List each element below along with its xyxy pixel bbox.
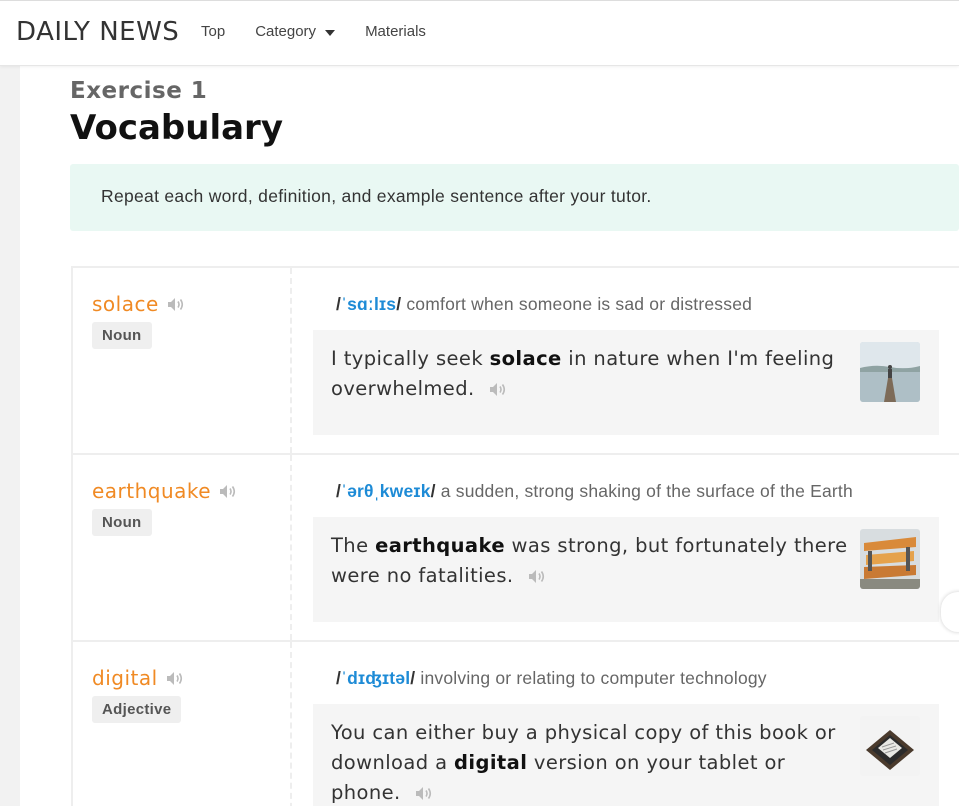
nav-category-label: Category	[255, 23, 317, 40]
left-gutter	[0, 66, 20, 806]
vocab-row: solace Noun /ˈsɑːlɪs/ comfort when someo…	[71, 268, 959, 455]
definition-line: /ˈsɑːlɪs/ comfort when someone is sad or…	[336, 294, 752, 315]
speaker-icon[interactable]	[166, 671, 183, 686]
definition-text: a sudden, strong shaking of the surface …	[440, 481, 853, 501]
ipa-slash: /	[410, 668, 416, 688]
word-heading: digital	[92, 666, 183, 690]
top-navbar: DAILY NEWS Top Category Materials	[0, 0, 959, 66]
tablet-book-icon[interactable]	[860, 716, 920, 776]
definition-text: comfort when someone is sad or distresse…	[406, 294, 753, 314]
word-cell: earthquake Noun	[73, 455, 292, 640]
example-keyword: solace	[489, 347, 562, 370]
vocab-row: earthquake Noun /ˈərθˌkweɪk/ a sudden, s…	[71, 455, 959, 642]
part-of-speech-badge: Noun	[92, 509, 152, 536]
page-title: Vocabulary	[70, 108, 283, 148]
speaker-icon[interactable]	[528, 569, 545, 584]
example-box: You can either buy a physical copy of th…	[313, 704, 939, 806]
example-sentence: The earthquake was strong, but fortunate…	[331, 531, 856, 591]
speaker-icon[interactable]	[219, 484, 236, 499]
speaker-icon[interactable]	[415, 786, 432, 801]
word-cell: solace Noun	[73, 268, 292, 453]
ipa-text: ˈərθˌkweɪk	[341, 481, 431, 501]
brand-logo[interactable]: DAILY NEWS	[16, 17, 179, 47]
vocab-row: digital Adjective /ˈdɪʤɪtəl/ involving o…	[71, 642, 959, 806]
nav-top[interactable]: Top	[201, 23, 225, 40]
caret-down-icon	[325, 29, 336, 36]
definition-cell: /ˈsɑːlɪs/ comfort when someone is sad or…	[294, 268, 959, 453]
example-keyword: digital	[454, 751, 528, 774]
part-of-speech-badge: Adjective	[92, 696, 182, 723]
lake-dock-icon[interactable]	[860, 342, 920, 402]
example-sentence: You can either buy a physical copy of th…	[331, 718, 856, 806]
speaker-icon[interactable]	[489, 382, 506, 397]
main-nav: Top Category Materials	[201, 23, 456, 40]
nav-top-label: Top	[201, 23, 226, 40]
damaged-building-icon[interactable]	[860, 529, 920, 589]
word-heading: solace	[92, 292, 184, 316]
ipa-text: ˈsɑːlɪs	[341, 294, 397, 314]
definition-cell: /ˈdɪʤɪtəl/ involving or relating to comp…	[294, 642, 959, 806]
ipa-slash: /	[396, 294, 402, 314]
instruction-text: Repeat each word, definition, and exampl…	[101, 186, 652, 206]
definition-line: /ˈərθˌkweɪk/ a sudden, strong shaking of…	[336, 481, 853, 502]
definition-cell: /ˈərθˌkweɪk/ a sudden, strong shaking of…	[294, 455, 959, 640]
example-sentence: I typically seek solace in nature when I…	[331, 344, 856, 404]
ipa-text: ˈdɪʤɪtəl	[341, 668, 411, 688]
exercise-label: Exercise 1	[70, 78, 208, 104]
nav-materials-label: Materials	[365, 23, 426, 40]
definition-line: /ˈdɪʤɪtəl/ involving or relating to comp…	[336, 668, 767, 689]
nav-materials[interactable]: Materials	[365, 23, 426, 40]
nav-category[interactable]: Category	[255, 23, 336, 40]
example-part: The	[331, 534, 376, 557]
example-part: I typically seek	[331, 347, 490, 370]
definition-text: involving or relating to computer techno…	[420, 668, 767, 688]
vocab-table: solace Noun /ˈsɑːlɪs/ comfort when someo…	[71, 266, 959, 806]
example-box: I typically seek solace in nature when I…	[313, 330, 939, 435]
word-heading: earthquake	[92, 479, 236, 503]
vocab-word: earthquake	[92, 479, 212, 503]
ipa-slash: /	[430, 481, 436, 501]
example-keyword: earthquake	[375, 534, 505, 557]
word-cell: digital Adjective	[73, 642, 292, 806]
part-of-speech-badge: Noun	[92, 322, 152, 349]
vocab-word: digital	[92, 666, 158, 690]
example-box: The earthquake was strong, but fortunate…	[313, 517, 939, 622]
instruction-banner: Repeat each word, definition, and exampl…	[70, 164, 959, 231]
vocab-word: solace	[92, 292, 159, 316]
speaker-icon[interactable]	[167, 297, 184, 312]
